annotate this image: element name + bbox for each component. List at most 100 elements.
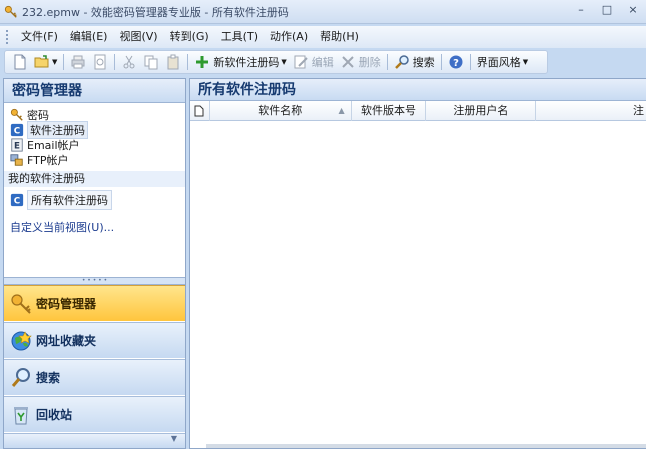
theme-button[interactable]: 界面风格 ▼ xyxy=(474,52,531,72)
email-icon: E xyxy=(11,137,23,152)
menu-tools[interactable]: 工具(T) xyxy=(215,27,264,47)
menu-view[interactable]: 视图(V) xyxy=(113,27,163,47)
column-icon[interactable] xyxy=(190,101,210,121)
cut-button[interactable] xyxy=(118,52,140,72)
key-icon xyxy=(10,108,23,121)
menu-goto[interactable]: 转到(G) xyxy=(164,27,215,47)
delete-label: 删除 xyxy=(358,56,381,69)
serial-icon: C xyxy=(10,193,24,207)
nav-favorites[interactable]: 网址收藏夹 xyxy=(4,322,185,358)
tree-item-label: Email帐户 xyxy=(27,138,80,152)
help-icon: ? xyxy=(449,55,463,69)
title-bar: 232.epmw - 效能密码管理器专业版 - 所有软件注册码 – □ × xyxy=(0,0,646,24)
tree-item-serial[interactable]: C 软件注册码 xyxy=(10,120,185,139)
print-preview-icon xyxy=(94,54,106,70)
customize-view-link[interactable]: 自定义当前视图(U)... xyxy=(10,219,185,235)
edit-button[interactable]: 编辑 xyxy=(290,52,337,72)
nav-search[interactable]: 搜索 xyxy=(4,359,185,395)
delete-icon xyxy=(342,56,354,68)
nav-label: 网址收藏夹 xyxy=(36,334,97,348)
tree-item-email[interactable]: E Email帐户 xyxy=(10,137,185,152)
panel-splitter[interactable]: • • • • • xyxy=(4,277,185,285)
toolbar: ▼ 新软件注册码 ▼ 编辑 删除 搜索 ? 界面风格 ▼ xyxy=(4,50,548,74)
toolbar-separator xyxy=(63,54,65,70)
nav-label: 回收站 xyxy=(36,408,73,422)
new-serial-label: 新软件注册码 xyxy=(213,56,280,69)
column-label: 软件名称 xyxy=(258,104,303,117)
print-icon xyxy=(71,55,85,69)
nav-label: 搜索 xyxy=(36,371,61,385)
toolbar-separator xyxy=(187,54,189,70)
toolbar-separator xyxy=(386,54,388,70)
new-file-button[interactable] xyxy=(9,52,31,72)
right-panel-title: 所有软件注册码 xyxy=(190,79,646,101)
document-icon xyxy=(194,105,204,117)
right-panel: 所有软件注册码 软件名称 ▲ 软件版本号 注册用户名 注 xyxy=(189,78,646,449)
toolbar-separator xyxy=(440,54,442,70)
sort-asc-icon: ▲ xyxy=(338,106,345,115)
key-icon xyxy=(11,293,31,314)
serial-icon: C xyxy=(10,123,24,136)
nav-recycle-bin[interactable]: 回收站 xyxy=(4,396,185,432)
print-button[interactable] xyxy=(67,52,89,72)
svg-text:C: C xyxy=(14,197,20,207)
all-serials-item[interactable]: C 所有软件注册码 xyxy=(10,190,185,210)
close-button[interactable]: × xyxy=(620,0,646,20)
column-truncated[interactable]: 注 xyxy=(536,101,646,121)
category-tree: 密码 C 软件注册码 E Email帐户 FTP帐户 xyxy=(4,103,185,167)
help-button[interactable]: ? xyxy=(445,52,467,72)
column-label: 软件版本号 xyxy=(361,104,417,117)
window-title: 232.epmw - 效能密码管理器专业版 - 所有软件注册码 xyxy=(22,5,289,19)
menu-help[interactable]: 帮助(H) xyxy=(314,27,365,47)
my-serials-group-title: 我的软件注册码 xyxy=(4,171,185,187)
menu-action[interactable]: 动作(A) xyxy=(264,27,314,47)
left-panel: 密码管理器 密码 C 软件注册码 E Email帐户 FTP帐户 我的软件注册码… xyxy=(3,78,186,449)
paste-button[interactable] xyxy=(162,52,184,72)
menu-grip[interactable] xyxy=(6,30,9,44)
print-preview-button[interactable] xyxy=(89,52,111,72)
menu-file[interactable]: 文件(F) xyxy=(15,27,64,47)
svg-text:E: E xyxy=(14,141,20,151)
open-button[interactable]: ▼ xyxy=(31,52,60,72)
all-serials-label: 所有软件注册码 xyxy=(27,190,112,210)
copy-icon xyxy=(144,55,158,70)
paste-icon xyxy=(167,54,179,70)
search-button[interactable]: 搜索 xyxy=(391,52,438,72)
ftp-icon xyxy=(10,153,23,166)
left-panel-title: 密码管理器 xyxy=(4,79,185,103)
nav-password-manager[interactable]: 密码管理器 xyxy=(4,285,185,321)
copy-button[interactable] xyxy=(140,52,162,72)
tree-item-ftp[interactable]: FTP帐户 xyxy=(10,152,185,167)
tree-item-label: FTP帐户 xyxy=(27,153,69,167)
nav-overflow-button[interactable]: ▼ xyxy=(4,433,185,448)
new-serial-button[interactable]: 新软件注册码 ▼ xyxy=(191,52,289,72)
recycle-icon xyxy=(14,406,28,424)
search-label: 搜索 xyxy=(412,56,435,69)
plus-icon xyxy=(196,56,209,68)
search-icon xyxy=(11,367,30,387)
maximize-button[interactable]: □ xyxy=(594,0,620,20)
menu-bar: 文件(F) 编辑(E) 视图(V) 转到(G) 工具(T) 动作(A) 帮助(H… xyxy=(0,26,646,48)
new-file-icon xyxy=(14,54,26,70)
grid-header: 软件名称 ▲ 软件版本号 注册用户名 注 xyxy=(190,101,646,121)
column-label: 注 xyxy=(633,104,644,117)
chevron-down-icon: ▼ xyxy=(281,58,287,66)
edit-icon xyxy=(294,55,308,69)
menu-edit[interactable]: 编辑(E) xyxy=(64,27,114,47)
theme-label: 界面风格 xyxy=(476,56,521,69)
svg-text:?: ? xyxy=(453,58,459,69)
delete-button[interactable]: 删除 xyxy=(337,52,384,72)
toolbar-separator xyxy=(469,54,471,70)
column-version[interactable]: 软件版本号 xyxy=(352,101,427,121)
nav-label: 密码管理器 xyxy=(36,297,97,311)
column-label: 注册用户名 xyxy=(453,104,509,117)
open-folder-icon xyxy=(34,55,49,68)
column-software-name[interactable]: 软件名称 ▲ xyxy=(210,101,352,121)
column-registered-user[interactable]: 注册用户名 xyxy=(426,101,537,121)
horizontal-scrollbar[interactable] xyxy=(206,444,646,448)
globe-icon xyxy=(11,330,32,350)
chevron-down-icon: ▼ xyxy=(52,58,58,66)
key-icon xyxy=(4,5,17,18)
minimize-button[interactable]: – xyxy=(568,0,594,20)
chevron-down-icon: ▼ xyxy=(522,58,529,66)
